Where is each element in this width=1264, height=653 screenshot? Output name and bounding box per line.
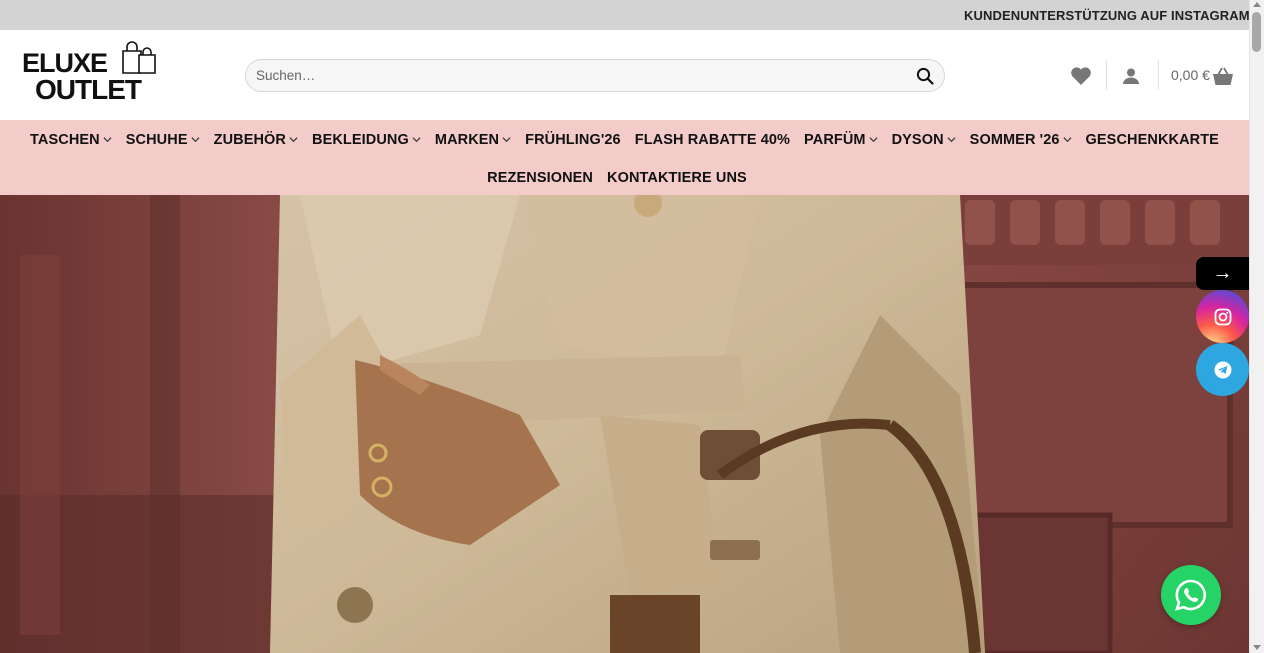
nav-row-secondary: REZENSIONEN KONTAKTIERE UNS bbox=[0, 169, 1249, 186]
nav-item-flash-rabatte[interactable]: FLASH RABATTE 40% bbox=[635, 131, 790, 148]
nav-item-taschen[interactable]: TASCHEN bbox=[30, 131, 112, 148]
chevron-down-icon bbox=[289, 137, 298, 143]
site-header: ELUXE OUTLET 0,00 € bbox=[0, 30, 1249, 120]
telegram-icon bbox=[1214, 361, 1231, 378]
chevron-down-icon bbox=[947, 137, 956, 143]
announcement-text: KUNDENUNTERSTÜTZUNG AUF INSTAGRAM UND TE… bbox=[964, 8, 1249, 23]
header-actions: 0,00 € bbox=[1060, 60, 1235, 90]
scroll-down-arrow-icon[interactable] bbox=[1253, 645, 1261, 650]
instagram-icon bbox=[1214, 308, 1231, 325]
whatsapp-icon bbox=[1175, 579, 1207, 611]
nav-item-label: ZUBEHÖR bbox=[213, 131, 287, 148]
search-input[interactable] bbox=[256, 60, 896, 91]
user-icon[interactable] bbox=[1118, 63, 1144, 89]
nav-item-label: MARKEN bbox=[434, 131, 500, 148]
scrollbar-thumb[interactable] bbox=[1252, 12, 1261, 52]
telegram-button[interactable] bbox=[1196, 343, 1249, 396]
site-logo[interactable]: ELUXE OUTLET bbox=[22, 39, 162, 105]
announcement-bar: KUNDENUNTERSTÜTZUNG AUF INSTAGRAM UND TE… bbox=[0, 0, 1249, 30]
nav-item-dyson[interactable]: DYSON bbox=[892, 131, 956, 148]
nav-item-label: KONTAKTIERE UNS bbox=[607, 169, 747, 186]
logo-line-2: OUTLET bbox=[35, 74, 142, 105]
logo-line-1: ELUXE bbox=[22, 48, 108, 78]
chevron-down-icon bbox=[412, 137, 421, 143]
chevron-down-icon bbox=[103, 137, 112, 143]
header-divider bbox=[1106, 60, 1107, 90]
nav-item-schuhe[interactable]: SCHUHE bbox=[126, 131, 200, 148]
nav-item-kontaktiere-uns[interactable]: KONTAKTIERE UNS bbox=[607, 169, 747, 186]
header-divider bbox=[1158, 60, 1159, 90]
hero-photo-trench-coat bbox=[0, 195, 1249, 653]
nav-item-fruehling-26[interactable]: FRÜHLING'26 bbox=[525, 131, 621, 148]
nav-item-bekleidung[interactable]: BEKLEIDUNG bbox=[312, 131, 421, 148]
nav-item-label: DYSON bbox=[891, 131, 944, 148]
page-scrollbar[interactable] bbox=[1249, 0, 1264, 653]
nav-item-marken[interactable]: MARKEN bbox=[435, 131, 511, 148]
nav-item-label: REZENSIONEN bbox=[487, 169, 594, 186]
nav-item-label: FRÜHLING'26 bbox=[525, 131, 621, 148]
cart-total[interactable]: 0,00 € bbox=[1171, 67, 1210, 83]
scroll-up-arrow-icon[interactable] bbox=[1253, 2, 1261, 7]
chevron-down-icon bbox=[869, 137, 878, 143]
instagram-button[interactable] bbox=[1196, 290, 1249, 343]
heart-icon[interactable] bbox=[1068, 63, 1094, 89]
chevron-down-icon bbox=[502, 137, 511, 143]
social-panel-toggle-arrow[interactable]: → bbox=[1196, 257, 1249, 290]
search-icon[interactable] bbox=[914, 65, 936, 87]
nav-item-sommer-26[interactable]: SOMMER '26 bbox=[970, 131, 1072, 148]
shopping-basket-icon[interactable] bbox=[1211, 63, 1235, 89]
nav-item-parfuem[interactable]: PARFÜM bbox=[804, 131, 878, 148]
nav-row-primary: TASCHEN SCHUHE ZUBEHÖR BEKLEIDUNG MARKEN… bbox=[0, 131, 1249, 148]
nav-item-zubehoer[interactable]: ZUBEHÖR bbox=[214, 131, 298, 148]
search-box bbox=[245, 59, 945, 92]
whatsapp-chat-button[interactable] bbox=[1161, 565, 1221, 625]
nav-item-label: SOMMER '26 bbox=[969, 131, 1060, 148]
chevron-down-icon bbox=[1063, 137, 1072, 143]
nav-item-label: PARFÜM bbox=[804, 131, 866, 148]
nav-item-label: BEKLEIDUNG bbox=[312, 131, 409, 148]
nav-item-label: GESCHENKKARTE bbox=[1085, 131, 1219, 148]
chevron-down-icon bbox=[191, 137, 200, 143]
nav-item-label: TASCHEN bbox=[30, 131, 100, 148]
nav-item-label: SCHUHE bbox=[125, 131, 188, 148]
shopping-bags-logo-icon bbox=[122, 41, 156, 74]
nav-item-geschenkkarte[interactable]: GESCHENKKARTE bbox=[1086, 131, 1219, 148]
nav-item-rezensionen[interactable]: REZENSIONEN bbox=[487, 169, 593, 186]
nav-item-label: FLASH RABATTE 40% bbox=[634, 131, 791, 148]
hero-banner-image[interactable] bbox=[0, 195, 1249, 653]
main-navigation: TASCHEN SCHUHE ZUBEHÖR BEKLEIDUNG MARKEN… bbox=[0, 120, 1249, 195]
